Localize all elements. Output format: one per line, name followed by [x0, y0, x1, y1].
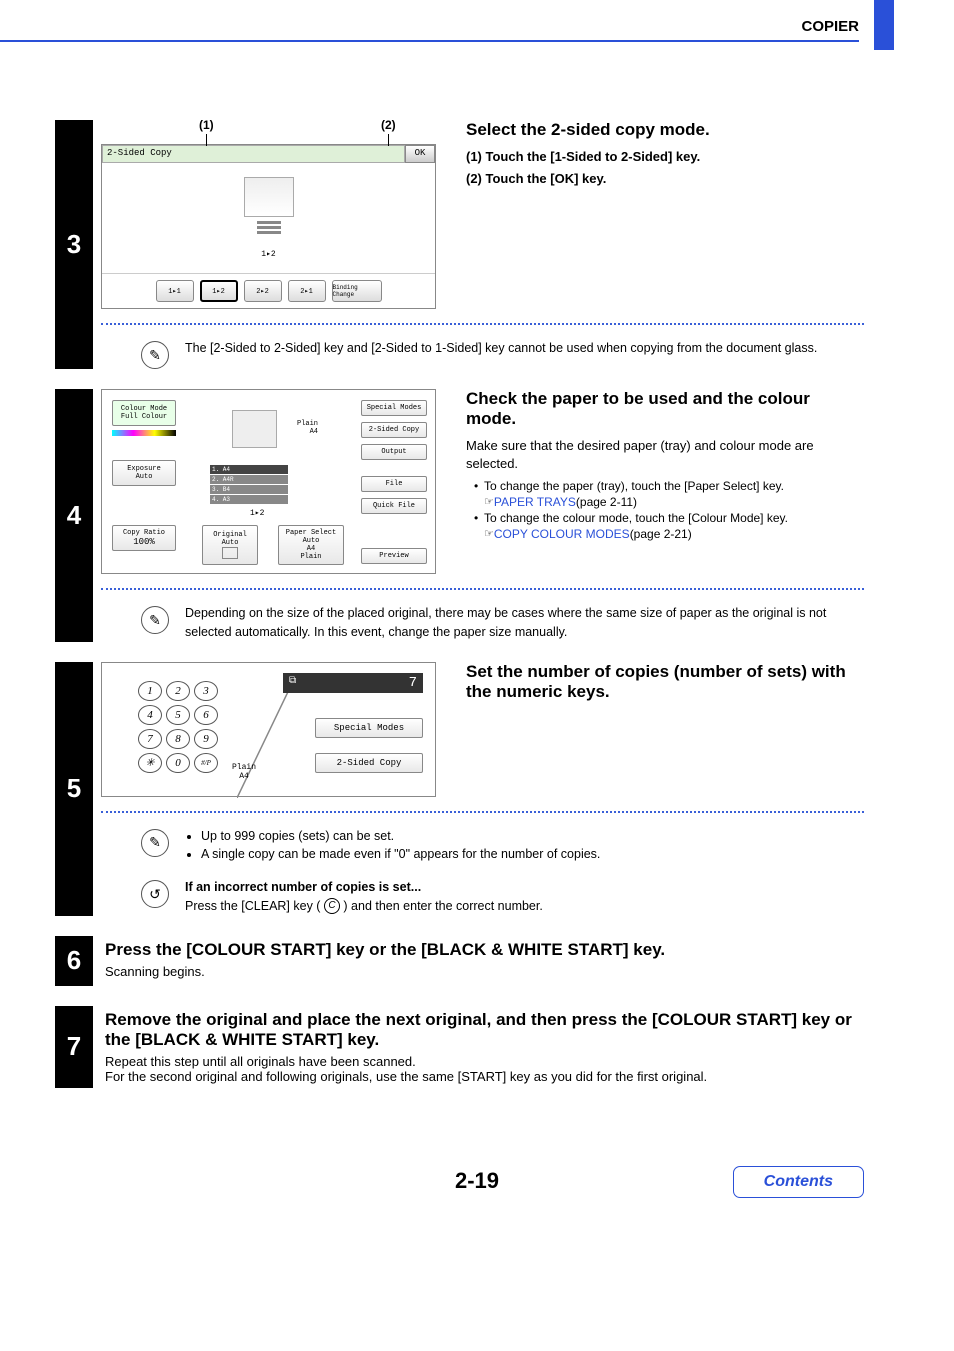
step-6: 6 Press the [COLOUR START] key or the [B… — [55, 936, 864, 986]
step-number: 7 — [55, 1006, 93, 1088]
colour-modes-link[interactable]: COPY COLOUR MODES — [494, 527, 630, 541]
key-6[interactable]: 6 — [194, 705, 218, 725]
step6-heading: Press the [COLOUR START] key or the [BLA… — [105, 940, 864, 960]
ok-button[interactable]: OK — [405, 145, 435, 163]
step3-sub1: (1) Touch the [1-Sided to 2-Sided] key. — [466, 148, 864, 166]
contents-link[interactable]: Contents — [733, 1166, 864, 1198]
step6-body: Scanning begins. — [105, 964, 864, 979]
mode-2to2-button[interactable]: 2▸2 — [244, 280, 282, 302]
step-7: 7 Remove the original and place the next… — [55, 1006, 864, 1088]
output-button[interactable]: Output — [361, 444, 427, 460]
callout-2: (2) — [381, 118, 396, 132]
note-bullet-2: A single copy can be made even if "0" ap… — [201, 845, 864, 864]
key-5[interactable]: 5 — [166, 705, 190, 725]
key-7[interactable]: 7 — [138, 729, 162, 749]
key-1[interactable]: 1 — [138, 681, 162, 701]
2sided-copy-button[interactable]: 2-Sided Copy — [361, 422, 427, 438]
bullet-2: •To change the colour mode, touch the [C… — [466, 511, 864, 525]
preview-button[interactable]: Preview — [361, 548, 427, 564]
quick-file-button[interactable]: Quick File — [361, 498, 427, 514]
key-hash[interactable]: #/P — [194, 753, 218, 773]
link-row-2: ☞COPY COLOUR MODES (page 2-21) — [466, 527, 864, 541]
step-number: 4 — [55, 389, 93, 642]
step-4: 4 Colour Mode Full Colour Exposure A — [55, 389, 864, 642]
step4-heading: Check the paper to be used and the colou… — [466, 389, 864, 429]
paper-select-button[interactable]: Paper Select Auto A4 Plain — [278, 525, 344, 565]
mode-1to1-button[interactable]: 1▸1 — [156, 280, 194, 302]
key-4[interactable]: 4 — [138, 705, 162, 725]
step-3: 3 (1) (2) 2-Sided Copy — [55, 120, 864, 369]
copy-ratio-button[interactable]: Copy Ratio 100% — [112, 525, 176, 551]
step-5: 5 1 2 3 4 5 6 7 8 — [55, 662, 864, 916]
copies-icon: ⧉ — [289, 675, 296, 687]
section-title: COPIER — [801, 18, 859, 35]
step7-body1: Repeat this step until all originals hav… — [105, 1054, 864, 1069]
special-modes-button[interactable]: Special Modes — [315, 718, 423, 738]
tray-list: 1. A4 2. A4R 3. B4 4. A3 — [210, 465, 288, 504]
panel-title: 2-Sided Copy — [102, 145, 405, 163]
step4-note: ✎ Depending on the size of the placed or… — [101, 604, 864, 642]
step-number: 6 — [55, 936, 93, 986]
special-modes-button[interactable]: Special Modes — [361, 400, 427, 416]
mode-2to1-button[interactable]: 2▸1 — [288, 280, 326, 302]
return-icon: ↺ — [141, 880, 169, 908]
bullet-1: •To change the paper (tray), touch the [… — [466, 479, 864, 493]
key-0[interactable]: 0 — [166, 753, 190, 773]
step4-body: Make sure that the desired paper (tray) … — [466, 437, 864, 473]
note-icon: ✎ — [141, 829, 169, 857]
binding-change-button[interactable]: Binding Change — [332, 280, 382, 302]
copy-count-display: ⧉ 7 — [283, 673, 423, 693]
clear-key-icon: C — [324, 898, 340, 914]
step5-heading: Set the number of copies (number of sets… — [466, 662, 864, 702]
key-star[interactable]: ✳ — [138, 753, 162, 773]
page-footer: 2-19 Contents — [0, 1168, 954, 1228]
paper-trays-link[interactable]: PAPER TRAYS — [494, 495, 576, 509]
step3-sub2: (2) Touch the [OK] key. — [466, 170, 864, 188]
numeric-keypad-panel: 1 2 3 4 5 6 7 8 9 ✳ 0 #/ — [101, 662, 436, 797]
plain-a4-label: PlainA4 — [297, 420, 318, 436]
a4-icon — [222, 547, 238, 559]
mode-icon: 1▸2 — [261, 249, 275, 259]
key-8[interactable]: 8 — [166, 729, 190, 749]
step-number: 3 — [55, 120, 93, 369]
mode-1to2-button[interactable]: 1▸2 — [200, 280, 238, 302]
key-3[interactable]: 3 — [194, 681, 218, 701]
step7-heading: Remove the original and place the next o… — [105, 1010, 864, 1050]
original-button[interactable]: Original Auto — [202, 525, 258, 565]
colour-mode-button[interactable]: Colour Mode Full Colour — [112, 400, 176, 426]
note-icon: ✎ — [141, 341, 169, 369]
2sided-copy-button[interactable]: 2-Sided Copy — [315, 753, 423, 773]
copier-icon — [232, 410, 277, 448]
step3-heading: Select the 2-sided copy mode. — [466, 120, 864, 140]
exposure-button[interactable]: Exposure Auto — [112, 460, 176, 486]
step5-note: ✎ Up to 999 copies (sets) can be set. A … — [101, 827, 864, 865]
tip-body: Press the [CLEAR] key ( C ) and then ent… — [185, 897, 864, 916]
callout-1: (1) — [199, 118, 214, 132]
tip-title: If an incorrect number of copies is set.… — [185, 878, 864, 897]
touch-panel-step4: Colour Mode Full Colour Exposure Auto Co… — [101, 389, 436, 574]
step3-note: ✎ The [2-Sided to 2-Sided] key and [2-Si… — [101, 339, 864, 369]
step7-body2: For the second original and following or… — [105, 1069, 864, 1084]
step5-tip: ↺ If an incorrect number of copies is se… — [101, 878, 864, 916]
page-header: COPIER — [0, 0, 954, 50]
step-number: 5 — [55, 662, 93, 916]
section-tab — [874, 0, 894, 50]
note-icon: ✎ — [141, 606, 169, 634]
file-button[interactable]: File — [361, 476, 427, 492]
flow-arrows-icon — [249, 221, 289, 245]
mode-icon: 1▸2 — [250, 508, 264, 518]
numeric-keypad[interactable]: 1 2 3 4 5 6 7 8 9 ✳ 0 #/ — [138, 681, 218, 773]
colour-bar-icon — [112, 430, 176, 436]
link-row-1: ☞PAPER TRAYS (page 2-11) — [466, 495, 864, 509]
copier-icon — [244, 177, 294, 217]
note-bullet-1: Up to 999 copies (sets) can be set. — [201, 827, 864, 846]
key-9[interactable]: 9 — [194, 729, 218, 749]
key-2[interactable]: 2 — [166, 681, 190, 701]
touch-panel-step3: 2-Sided Copy OK 1▸2 1▸1 — [101, 144, 436, 309]
plain-a4-label: PlainA4 — [232, 763, 256, 781]
